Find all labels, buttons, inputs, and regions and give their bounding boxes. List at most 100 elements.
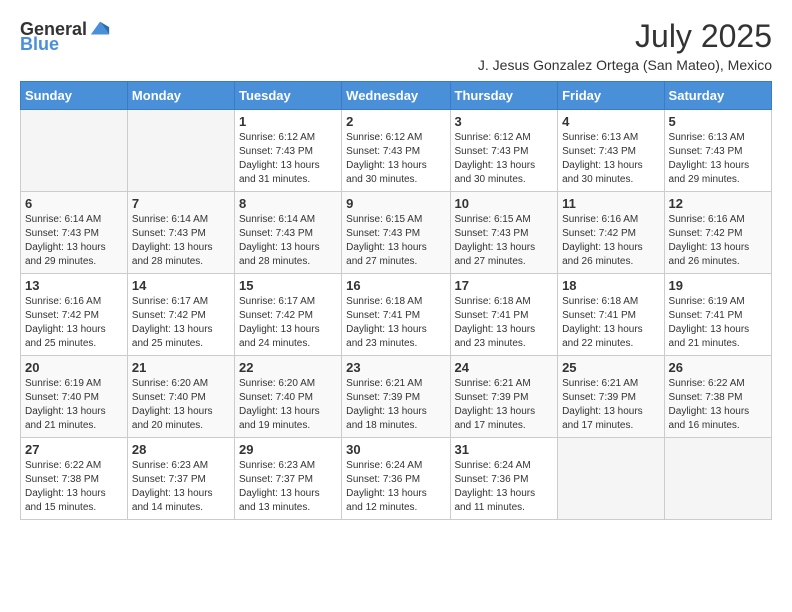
day-number: 12	[669, 196, 767, 211]
day-number: 13	[25, 278, 123, 293]
day-info: Sunrise: 6:23 AM Sunset: 7:37 PM Dayligh…	[239, 459, 337, 515]
day-number: 14	[132, 278, 230, 293]
calendar-cell: 6 Sunrise: 6:14 AM Sunset: 7:43 PM Daylig…	[21, 192, 128, 274]
day-number: 2	[346, 114, 445, 129]
day-number: 18	[562, 278, 659, 293]
day-info: Sunrise: 6:24 AM Sunset: 7:36 PM Dayligh…	[455, 459, 554, 515]
calendar-week-1: 1Sunrise: 6:12 AM Sunset: 7:43 PM Daylig…	[21, 110, 772, 192]
calendar-cell: 31 Sunrise: 6:24 AM Sunset: 7:36 PM Dayli…	[450, 438, 558, 520]
calendar-cell: 4 Sunrise: 6:13 AM Sunset: 7:43 PM Daylig…	[558, 110, 664, 192]
day-info: Sunrise: 6:24 AM Sunset: 7:36 PM Dayligh…	[346, 459, 445, 515]
day-number: 4	[562, 114, 659, 129]
page-header: General Blue July 2025 J. Jesus Gonzalez…	[10, 10, 782, 73]
day-info: Sunrise: 6:16 AM Sunset: 7:42 PM Dayligh…	[25, 295, 123, 351]
weekday-header-tuesday: Tuesday	[234, 82, 341, 110]
day-info: Sunrise: 6:20 AM Sunset: 7:40 PM Dayligh…	[239, 377, 337, 433]
calendar-cell: 27 Sunrise: 6:22 AM Sunset: 7:38 PM Dayli…	[21, 438, 128, 520]
weekday-header-wednesday: Wednesday	[342, 82, 450, 110]
day-number: 28	[132, 442, 230, 457]
day-number: 6	[25, 196, 123, 211]
calendar-cell: 8 Sunrise: 6:14 AM Sunset: 7:43 PM Daylig…	[234, 192, 341, 274]
calendar-cell: 2 Sunrise: 6:12 AM Sunset: 7:43 PM Daylig…	[342, 110, 450, 192]
day-info: Sunrise: 6:14 AM Sunset: 7:43 PM Dayligh…	[132, 213, 230, 269]
day-info: Sunrise: 6:12 AM Sunset: 7:43 PM Dayligh…	[455, 131, 554, 187]
day-number: 3	[455, 114, 554, 129]
day-info: Sunrise: 6:19 AM Sunset: 7:40 PM Dayligh…	[25, 377, 123, 433]
day-info: Sunrise: 6:15 AM Sunset: 7:43 PM Dayligh…	[346, 213, 445, 269]
day-info: Sunrise: 6:12 AM Sunset: 7:43 PM Dayligh…	[346, 131, 445, 187]
calendar-cell: 9 Sunrise: 6:15 AM Sunset: 7:43 PM Daylig…	[342, 192, 450, 274]
calendar-cell: 19 Sunrise: 6:19 AM Sunset: 7:41 PM Dayli…	[664, 274, 771, 356]
day-number: 10	[455, 196, 554, 211]
day-number: 27	[25, 442, 123, 457]
day-info: Sunrise: 6:18 AM Sunset: 7:41 PM Dayligh…	[346, 295, 445, 351]
day-number: 15	[239, 278, 337, 293]
day-info: Sunrise: 6:22 AM Sunset: 7:38 PM Dayligh…	[669, 377, 767, 433]
calendar-cell: 18 Sunrise: 6:18 AM Sunset: 7:41 PM Dayli…	[558, 274, 664, 356]
calendar-cell	[21, 110, 128, 192]
weekday-header-row: SundayMondayTuesdayWednesdayThursdayFrid…	[21, 82, 772, 110]
calendar-cell: 20 Sunrise: 6:19 AM Sunset: 7:40 PM Dayli…	[21, 356, 128, 438]
day-number: 20	[25, 360, 123, 375]
day-info: Sunrise: 6:14 AM Sunset: 7:43 PM Dayligh…	[25, 213, 123, 269]
calendar-week-4: 20 Sunrise: 6:19 AM Sunset: 7:40 PM Dayli…	[21, 356, 772, 438]
day-number: 31	[455, 442, 554, 457]
calendar-cell: 13 Sunrise: 6:16 AM Sunset: 7:42 PM Dayli…	[21, 274, 128, 356]
calendar-cell: 1Sunrise: 6:12 AM Sunset: 7:43 PM Daylig…	[234, 110, 341, 192]
calendar-cell	[664, 438, 771, 520]
weekday-header-saturday: Saturday	[664, 82, 771, 110]
day-info: Sunrise: 6:22 AM Sunset: 7:38 PM Dayligh…	[25, 459, 123, 515]
day-number: 17	[455, 278, 554, 293]
day-info: Sunrise: 6:21 AM Sunset: 7:39 PM Dayligh…	[562, 377, 659, 433]
calendar-cell: 16Sunrise: 6:18 AM Sunset: 7:41 PM Dayli…	[342, 274, 450, 356]
day-number: 22	[239, 360, 337, 375]
calendar-cell: 10 Sunrise: 6:15 AM Sunset: 7:43 PM Dayli…	[450, 192, 558, 274]
day-number: 21	[132, 360, 230, 375]
day-info: Sunrise: 6:18 AM Sunset: 7:41 PM Dayligh…	[562, 295, 659, 351]
day-number: 29	[239, 442, 337, 457]
day-info: Sunrise: 6:13 AM Sunset: 7:43 PM Dayligh…	[669, 131, 767, 187]
day-info: Sunrise: 6:16 AM Sunset: 7:42 PM Dayligh…	[669, 213, 767, 269]
calendar-cell: 7Sunrise: 6:14 AM Sunset: 7:43 PM Daylig…	[127, 192, 234, 274]
calendar-table: SundayMondayTuesdayWednesdayThursdayFrid…	[20, 81, 772, 520]
calendar-cell: 30Sunrise: 6:24 AM Sunset: 7:36 PM Dayli…	[342, 438, 450, 520]
calendar-cell: 12 Sunrise: 6:16 AM Sunset: 7:42 PM Dayli…	[664, 192, 771, 274]
calendar-cell: 14 Sunrise: 6:17 AM Sunset: 7:42 PM Dayli…	[127, 274, 234, 356]
calendar-cell: 22 Sunrise: 6:20 AM Sunset: 7:40 PM Dayli…	[234, 356, 341, 438]
day-number: 8	[239, 196, 337, 211]
calendar-week-5: 27 Sunrise: 6:22 AM Sunset: 7:38 PM Dayli…	[21, 438, 772, 520]
calendar-cell: 5 Sunrise: 6:13 AM Sunset: 7:43 PM Daylig…	[664, 110, 771, 192]
calendar-cell: 23Sunrise: 6:21 AM Sunset: 7:39 PM Dayli…	[342, 356, 450, 438]
logo-blue: Blue	[20, 34, 59, 55]
day-info: Sunrise: 6:16 AM Sunset: 7:42 PM Dayligh…	[562, 213, 659, 269]
weekday-header-friday: Friday	[558, 82, 664, 110]
day-info: Sunrise: 6:23 AM Sunset: 7:37 PM Dayligh…	[132, 459, 230, 515]
calendar-cell: 29 Sunrise: 6:23 AM Sunset: 7:37 PM Dayli…	[234, 438, 341, 520]
day-info: Sunrise: 6:17 AM Sunset: 7:42 PM Dayligh…	[132, 295, 230, 351]
calendar-cell: 17 Sunrise: 6:18 AM Sunset: 7:41 PM Dayli…	[450, 274, 558, 356]
day-info: Sunrise: 6:21 AM Sunset: 7:39 PM Dayligh…	[455, 377, 554, 433]
day-info: Sunrise: 6:18 AM Sunset: 7:41 PM Dayligh…	[455, 295, 554, 351]
day-number: 9	[346, 196, 445, 211]
calendar-cell: 15 Sunrise: 6:17 AM Sunset: 7:42 PM Dayli…	[234, 274, 341, 356]
day-info: Sunrise: 6:15 AM Sunset: 7:43 PM Dayligh…	[455, 213, 554, 269]
day-number: 19	[669, 278, 767, 293]
day-info: Sunrise: 6:12 AM Sunset: 7:43 PM Dayligh…	[239, 131, 337, 187]
calendar-week-3: 13 Sunrise: 6:16 AM Sunset: 7:42 PM Dayli…	[21, 274, 772, 356]
day-number: 5	[669, 114, 767, 129]
calendar-cell: 28 Sunrise: 6:23 AM Sunset: 7:37 PM Dayli…	[127, 438, 234, 520]
day-number: 26	[669, 360, 767, 375]
day-info: Sunrise: 6:14 AM Sunset: 7:43 PM Dayligh…	[239, 213, 337, 269]
calendar-cell: 24Sunrise: 6:21 AM Sunset: 7:39 PM Dayli…	[450, 356, 558, 438]
logo-icon	[89, 18, 111, 40]
day-info: Sunrise: 6:19 AM Sunset: 7:41 PM Dayligh…	[669, 295, 767, 351]
calendar-cell: 3 Sunrise: 6:12 AM Sunset: 7:43 PM Daylig…	[450, 110, 558, 192]
calendar-cell: 21Sunrise: 6:20 AM Sunset: 7:40 PM Dayli…	[127, 356, 234, 438]
weekday-header-sunday: Sunday	[21, 82, 128, 110]
day-info: Sunrise: 6:21 AM Sunset: 7:39 PM Dayligh…	[346, 377, 445, 433]
calendar-cell	[127, 110, 234, 192]
logo: General Blue	[20, 18, 111, 55]
day-info: Sunrise: 6:17 AM Sunset: 7:42 PM Dayligh…	[239, 295, 337, 351]
day-info: Sunrise: 6:13 AM Sunset: 7:43 PM Dayligh…	[562, 131, 659, 187]
day-number: 25	[562, 360, 659, 375]
